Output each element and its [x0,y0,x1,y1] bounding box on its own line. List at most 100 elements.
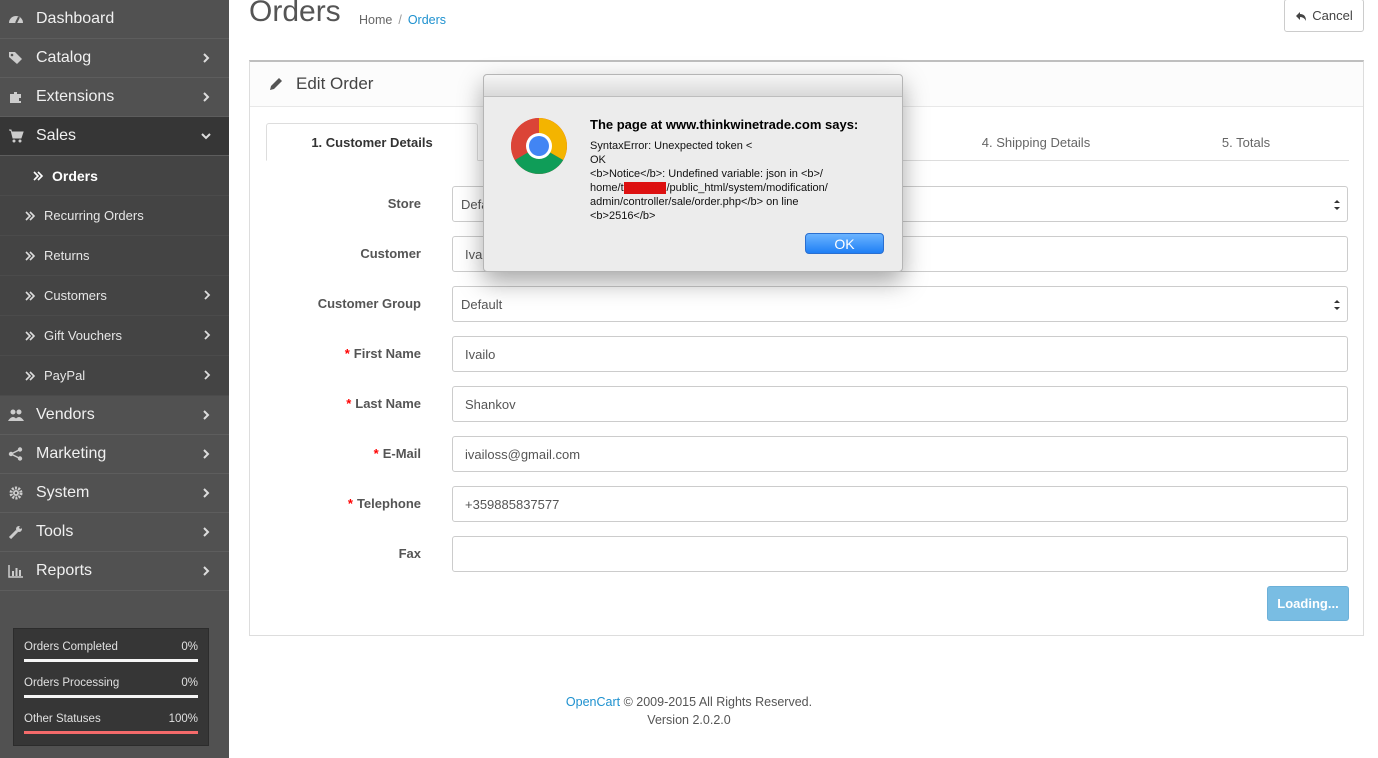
subnav-customers-label: Customers [44,288,107,303]
stat-progress-bar [24,695,198,698]
required-marker: * [373,446,379,461]
customer-group-select[interactable]: Default [452,286,1348,322]
subnav-paypal-label: PayPal [44,368,86,383]
redacted-text: hinkwine [623,182,667,194]
chevron-right-icon [204,370,211,380]
footer: OpenCart © 2009-2015 All Rights Reserved… [249,693,1129,729]
email-label: * E-Mail [374,446,421,461]
double-chevron-icon [25,210,36,221]
dialog-line: SyntaxError: Unexpected token < [590,140,753,152]
nav-extensions-label: Extensions [36,88,115,105]
required-marker: * [344,346,350,361]
chevron-right-icon [204,290,211,300]
subnav-gift-vouchers-label: Gift Vouchers [44,328,123,343]
last-name-input[interactable] [452,386,1348,422]
first-name-row: * First Name [250,336,1365,372]
subnav-orders[interactable]: Orders [0,156,229,196]
subnav-returns[interactable]: Returns [0,236,229,276]
page-header: Orders Home / Orders Cancel [249,0,1364,44]
double-chevron-icon [25,290,36,301]
nav-catalog-label: Catalog [36,49,92,66]
required-marker: * [346,396,352,411]
dialog-line: home/thinkwine/public_html/system/modifi… [590,181,890,195]
subnav-gift-vouchers[interactable]: Gift Vouchers [0,316,229,356]
last-name-label-text: Last Name [355,396,421,411]
stat-orders-processing: Orders Processing 0% [24,671,198,707]
cancel-button[interactable]: Cancel [1284,0,1364,32]
breadcrumb-home[interactable]: Home [359,13,392,27]
dialog-line: admin/controller/sale/order.php</b> on l… [590,196,799,208]
double-chevron-icon [25,330,36,341]
telephone-input[interactable] [452,486,1348,522]
double-chevron-icon [25,250,36,261]
nav-catalog[interactable]: Catalog [0,39,229,78]
stat-progress-bar [24,731,198,734]
telephone-label: * Telephone [348,496,421,511]
ok-button[interactable]: OK [805,233,884,254]
nav-reports-label: Reports [36,562,93,579]
pencil-icon [270,78,282,90]
stat-label: Other Statuses [24,713,101,725]
email-label-text: E-Mail [382,446,421,461]
subnav-recurring-orders[interactable]: Recurring Orders [0,196,229,236]
sidebar: Dashboard Catalog Extensions Sales Order… [0,0,229,758]
chevron-right-icon [203,488,210,498]
first-name-input[interactable] [452,336,1348,372]
nav-dashboard[interactable]: Dashboard [0,0,229,39]
nav-system-label: System [36,484,90,501]
panel-title: Edit Order [296,74,374,93]
footer-copyright: © 2009-2015 All Rights Reserved. [620,695,813,709]
dialog-message: SyntaxError: Unexpected token < OK <b>Noti… [590,139,890,223]
nav-vendors[interactable]: Vendors [0,396,229,435]
fax-label: Fax [398,546,421,561]
nav-extensions[interactable]: Extensions [0,78,229,117]
subnav-paypal[interactable]: PayPal [0,356,229,396]
dialog-titlebar [484,75,902,97]
subnav-orders-label: Orders [52,167,98,184]
cancel-label: Cancel [1312,8,1353,23]
tab-totals[interactable]: 5. Totals [1186,123,1306,161]
first-name-label: * First Name [345,346,421,361]
chevron-right-icon [203,92,210,102]
nav-reports[interactable]: Reports [0,552,229,591]
cart-icon [8,128,24,144]
bar-chart-icon [8,563,24,579]
users-icon [8,407,24,423]
tab-customer-details[interactable]: 1. Customer Details [266,123,478,161]
loading-button[interactable]: Loading... [1267,586,1349,621]
nav-sales[interactable]: Sales [0,117,229,156]
stat-value: 0% [181,641,198,653]
chrome-logo-icon [511,118,567,174]
sales-submenu: Orders Recurring Orders Returns Customer… [0,156,229,396]
subnav-returns-label: Returns [44,248,90,263]
select-arrows-icon [1334,200,1340,210]
nav-tools[interactable]: Tools [0,513,229,552]
subnav-recurring-orders-label: Recurring Orders [44,208,144,223]
tab-shipping-details[interactable]: 4. Shipping Details [956,123,1116,161]
first-name-label-text: First Name [353,346,421,361]
opencart-link[interactable]: OpenCart [566,695,620,709]
nav-dashboard-label: Dashboard [36,10,115,27]
stat-orders-completed: Orders Completed 0% [24,635,198,671]
breadcrumb: Home / Orders [359,13,447,27]
email-row: * E-Mail [250,436,1365,472]
subnav-customers[interactable]: Customers [0,276,229,316]
fax-row: Fax [250,536,1365,572]
alert-dialog: The page at www.thinkwinetrade.com says:… [483,74,903,272]
tags-icon [8,50,24,66]
fax-input[interactable] [452,536,1348,572]
dialog-line: <b>2516</b> [590,210,656,222]
store-label: Store [387,196,421,211]
chevron-down-icon [201,133,211,140]
email-input[interactable] [452,436,1348,472]
breadcrumb-orders[interactable]: Orders [408,13,446,27]
dialog-line: <b>Notice</b>: Undefined variable: json … [590,168,823,180]
nav-system[interactable]: System [0,474,229,513]
nav-marketing[interactable]: Marketing [0,435,229,474]
double-chevron-icon [33,170,44,181]
chevron-right-icon [203,53,210,63]
cog-icon [8,485,24,501]
required-marker: * [347,496,353,511]
telephone-row: * Telephone [250,486,1365,522]
stat-value: 100% [168,713,198,725]
